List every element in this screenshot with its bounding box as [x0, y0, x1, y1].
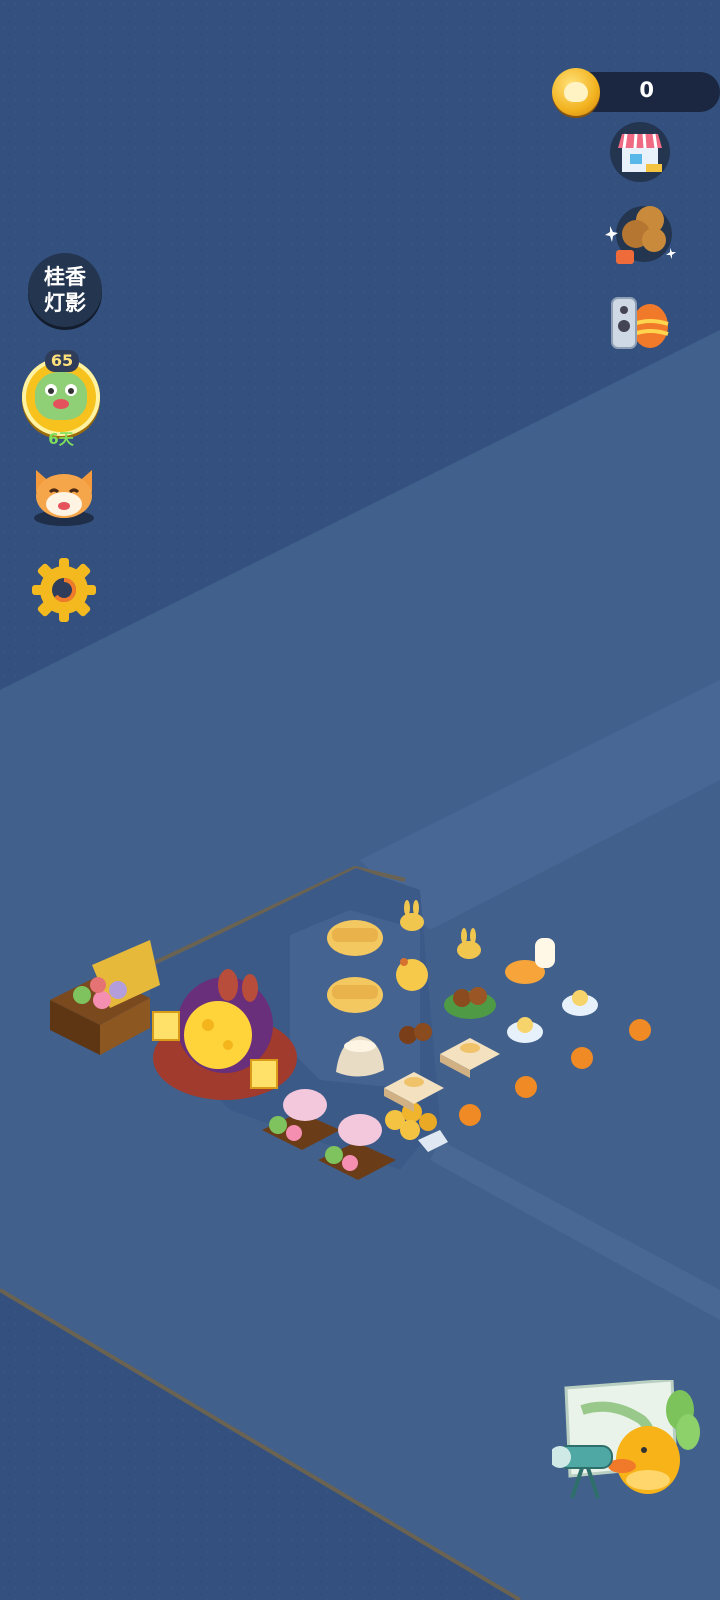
shop-stall-icon[interactable] [608, 120, 672, 184]
level-badge: 65 [45, 350, 79, 372]
fox-cat-avatar-icon[interactable] [28, 462, 100, 528]
bunny-coin-icon [552, 68, 600, 116]
bread-loaf-2 [327, 977, 383, 1013]
mooncake-gift-icon[interactable] [604, 198, 676, 272]
event-label-line1: 桂香 [44, 265, 86, 289]
game-stage: 0 桂香 灯影 65 6天 [0, 0, 720, 1600]
coin-count: 0 [639, 78, 654, 102]
gear-icon[interactable] [30, 556, 98, 624]
bread-loaf-1 [327, 920, 383, 956]
coin-counter[interactable]: 0 [552, 68, 720, 116]
frog-avatar-icon [35, 372, 87, 420]
map-duck-icon[interactable] [549, 1378, 702, 1508]
event-label-line2: 灯影 [44, 291, 86, 315]
event-guixiang-button[interactable]: 桂香 灯影 [28, 253, 102, 327]
level-days-remaining: 6天 [48, 430, 74, 448]
remote-egg-icon[interactable] [606, 294, 672, 354]
level-button[interactable]: 65 6天 [22, 350, 102, 448]
